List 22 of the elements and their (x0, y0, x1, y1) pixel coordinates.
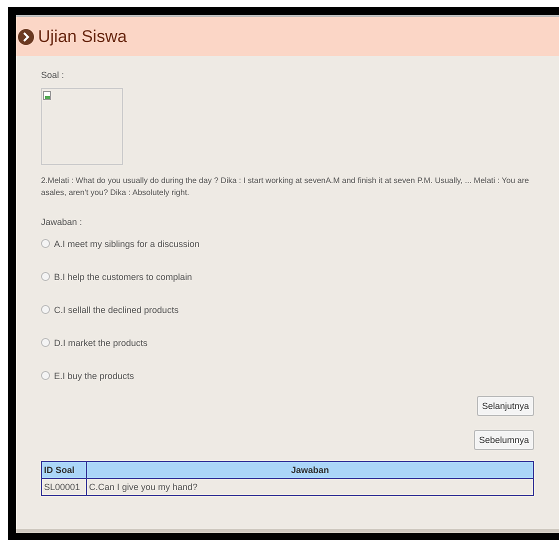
table-cell: C.Can I give you my hand? (86, 478, 534, 496)
question-text: 2.Melati : What do you usually do during the day ? Dika : I start working at sevenA.M and finish it at seven P.M. Usually, ... Melati : You are asales, aren't you? Dika : Absolutely right. (41, 175, 530, 199)
nav-button[interactable]: Sebelumnya (474, 430, 534, 450)
column-header: Jawaban (86, 462, 534, 478)
option-label[interactable]: B.I help the customers to complain (54, 272, 192, 282)
option-label[interactable]: D.I market the products (54, 338, 148, 348)
chevron-icon (18, 28, 34, 44)
broken-image-icon (43, 91, 52, 101)
option-label[interactable]: E.I buy the products (54, 370, 134, 380)
option-label[interactable]: A.I meet my siblings for a discussion (54, 238, 200, 248)
page-title: Ujian Siswa (38, 26, 127, 46)
question-label: Soal : (41, 70, 66, 80)
option-label[interactable]: C.I sellall the declined products (54, 304, 179, 314)
radio-button[interactable] (41, 305, 50, 314)
nav-button[interactable]: Selanjutnya (476, 396, 534, 416)
radio-button[interactable] (41, 338, 50, 347)
table-cell: SL00001 (42, 478, 86, 496)
radio-button[interactable] (41, 371, 50, 380)
column-header: ID Soal (42, 462, 86, 478)
radio-button[interactable] (41, 239, 50, 248)
answer-label: Jawaban : (41, 217, 84, 227)
radio-button[interactable] (41, 272, 50, 281)
